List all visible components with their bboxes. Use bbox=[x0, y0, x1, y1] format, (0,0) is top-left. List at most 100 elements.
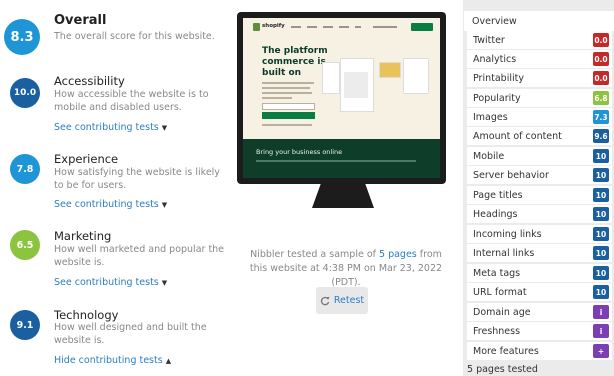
sidebar-item-label: Images bbox=[473, 111, 508, 123]
preview-headline-line: The platform bbox=[262, 46, 328, 56]
sidebar-item-label: Internal links bbox=[473, 247, 535, 259]
score-badge: 10 bbox=[593, 188, 609, 202]
experience-description-line2: to be for users. bbox=[54, 180, 127, 191]
overall-score-circle: 8.3 bbox=[4, 19, 40, 55]
caret-down-icon: ▼ bbox=[161, 124, 168, 132]
marketing-description-line1: How well marketed and popular the bbox=[54, 244, 225, 255]
score-badge: 7.3 bbox=[593, 110, 609, 124]
monitor-stand bbox=[312, 184, 374, 208]
accessibility-title: Accessibility bbox=[54, 74, 125, 88]
sidebar-item-label: Headings bbox=[473, 208, 518, 220]
sidebar-item-label: Incoming links bbox=[473, 228, 542, 240]
sidebar-item-twitter[interactable]: Twitter 0.0 bbox=[467, 31, 612, 49]
score-badge: 10 bbox=[593, 285, 609, 299]
preview-text-line bbox=[262, 87, 310, 89]
caret-down-icon: ▼ bbox=[161, 279, 168, 287]
preview-nav-login bbox=[373, 26, 397, 28]
technology-score-circle: 9.1 bbox=[10, 310, 40, 340]
retest-button[interactable]: Retest bbox=[316, 287, 368, 314]
sidebar-item-label: Server behavior bbox=[473, 169, 549, 181]
sidebar-item-internal-links[interactable]: Internal links 10 bbox=[467, 244, 612, 262]
experience-contributing-tests-link[interactable]: See contributing tests ▼ bbox=[54, 199, 167, 210]
experience-description-line1: How satisfying the website is likely bbox=[54, 167, 220, 178]
preview-product-card-left bbox=[322, 62, 340, 94]
sidebar-item-freshness[interactable]: Freshness i bbox=[467, 322, 612, 340]
link-label: Hide contributing tests bbox=[54, 355, 163, 366]
score-badge: 10 bbox=[593, 227, 609, 241]
sidebar-item-label: Page titles bbox=[473, 189, 523, 201]
preview-headline-line: built on bbox=[262, 68, 302, 78]
retest-label: Retest bbox=[333, 295, 365, 306]
technology-score: 9.1 bbox=[16, 319, 34, 331]
score-badge: 10 bbox=[593, 207, 609, 221]
sidebar-item-overview[interactable]: Overview bbox=[464, 11, 614, 31]
sidebar-item-page-titles[interactable]: Page titles 10 bbox=[467, 186, 612, 204]
accessibility-score: 10.0 bbox=[13, 88, 37, 98]
sidebar-item-images[interactable]: Images 7.3 bbox=[467, 108, 612, 126]
accessibility-description-line2: mobile and disabled users. bbox=[54, 102, 182, 113]
sidebar-item-label: Meta tags bbox=[473, 267, 521, 279]
sidebar-item-label: Analytics bbox=[473, 53, 517, 65]
sidebar-item-analytics[interactable]: Analytics 0.0 bbox=[467, 50, 612, 68]
score-badge: 0.0 bbox=[593, 71, 609, 85]
caret-up-icon: ▲ bbox=[165, 357, 172, 365]
sidebar-item-popularity[interactable]: Popularity 6.8 bbox=[467, 89, 612, 107]
score-badge: 10 bbox=[593, 149, 609, 163]
sidebar-item-label: Overview bbox=[472, 15, 517, 27]
accessibility-contributing-tests-link[interactable]: See contributing tests ▼ bbox=[54, 122, 167, 133]
sidebar-item-label: Twitter bbox=[473, 34, 505, 46]
preview-text-line bbox=[262, 92, 312, 94]
sidebar-item-label: Popularity bbox=[473, 92, 521, 104]
pages-link[interactable]: 5 pages bbox=[379, 249, 417, 260]
sidebar-item-headings[interactable]: Headings 10 bbox=[467, 205, 612, 223]
marketing-score-circle: 6.5 bbox=[10, 230, 40, 260]
sidebar-item-amount-of-content[interactable]: Amount of content 9.6 bbox=[467, 127, 612, 145]
sidebar-item-meta-tags[interactable]: Meta tags 10 bbox=[467, 264, 612, 282]
link-label: See contributing tests bbox=[54, 122, 159, 133]
preview-trial-button bbox=[262, 112, 315, 119]
sidebar-item-url-format[interactable]: URL format 10 bbox=[467, 283, 612, 301]
sidebar-item-label: Amount of content bbox=[473, 130, 562, 142]
accessibility-score-circle: 10.0 bbox=[10, 78, 40, 108]
preview-green-band bbox=[243, 139, 440, 178]
sidebar-item-mobile[interactable]: Mobile 10 bbox=[467, 147, 612, 165]
sidebar-item-printability[interactable]: Printability 0.0 bbox=[467, 69, 612, 87]
preview-nav-cta bbox=[411, 23, 433, 31]
overall-score: 8.3 bbox=[10, 29, 34, 45]
info-badge: i bbox=[593, 305, 609, 319]
marketing-contributing-tests-link[interactable]: See contributing tests ▼ bbox=[54, 277, 167, 288]
overall-description: The overall score for this website. bbox=[54, 31, 215, 42]
sidebar-item-domain-age[interactable]: Domain age i bbox=[467, 303, 612, 321]
score-badge: 0.0 bbox=[593, 52, 609, 66]
sidebar-item-label: More features bbox=[473, 345, 539, 357]
marketing-description-line2: website is. bbox=[54, 257, 105, 268]
technology-description-line1: How well designed and built the bbox=[54, 322, 207, 333]
experience-score: 7.8 bbox=[16, 163, 34, 175]
score-badge: 10 bbox=[593, 168, 609, 182]
sidebar-item-more-features[interactable]: More features + bbox=[467, 342, 612, 360]
experience-title: Experience bbox=[54, 152, 119, 166]
score-badge: 10 bbox=[593, 246, 609, 260]
preview-text-line bbox=[262, 124, 312, 126]
score-badge: 10 bbox=[593, 266, 609, 280]
sidebar-item-label: Domain age bbox=[473, 306, 531, 318]
nibbler-text-pre: Nibbler tested a sample of bbox=[250, 249, 380, 260]
preview-logo-text: shopify bbox=[262, 23, 285, 29]
sidebar-item-server-behavior[interactable]: Server behavior 10 bbox=[467, 166, 612, 184]
preview-product-image bbox=[344, 72, 368, 98]
score-badge: 0.0 bbox=[593, 33, 609, 47]
accessibility-description-line1: How accessible the website is to bbox=[54, 89, 209, 100]
technology-title: Technology bbox=[54, 308, 119, 322]
preview-band-text: Bring your business online bbox=[256, 148, 343, 156]
plus-badge: + bbox=[593, 344, 609, 358]
overall-title: Overall bbox=[54, 13, 107, 28]
preview-headline: The platform commerce is built on bbox=[262, 46, 328, 79]
technology-description-line2: website is. bbox=[54, 335, 105, 346]
info-badge: i bbox=[593, 324, 609, 338]
preview-product-image-right bbox=[379, 62, 401, 78]
preview-product-card-right bbox=[403, 58, 429, 94]
link-label: See contributing tests bbox=[54, 277, 159, 288]
sidebar-item-incoming-links[interactable]: Incoming links 10 bbox=[467, 225, 612, 243]
technology-hide-tests-link[interactable]: Hide contributing tests ▲ bbox=[54, 355, 171, 366]
monitor-frame: shopify The platform commerce is built o… bbox=[237, 12, 446, 184]
